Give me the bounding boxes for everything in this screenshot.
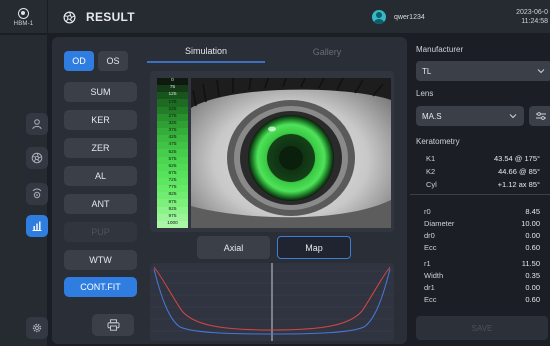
ecc-a-value: 0.60	[525, 243, 540, 252]
ker-button[interactable]: KER	[64, 110, 137, 130]
section-divider	[410, 194, 550, 195]
scale-value: 475	[157, 142, 188, 150]
dr0-value: 0.00	[525, 231, 540, 240]
scale-value: 575	[157, 156, 188, 164]
aperture-icon	[63, 11, 76, 23]
tab-simulation[interactable]: Simulation	[147, 41, 265, 63]
chevron-down-icon	[537, 69, 545, 74]
top-bar: HBM-1 RESULT qwer1234 2023-06-0 11:24:58	[0, 0, 550, 34]
cyl-label: Cyl	[426, 180, 437, 189]
sidebar-item-user[interactable]	[26, 113, 48, 135]
k2-value: 44.66 @ 85°	[498, 167, 540, 176]
scale-value: 675	[157, 170, 188, 178]
lens-settings-panel: Manufacturer TL Lens MA.S Keratometry K1…	[410, 37, 550, 346]
scale-value: 175	[157, 99, 188, 107]
fluorescein-scale: 0 75 125 175 225 275 325 375 425 475 525 575 625 675 7…	[157, 78, 188, 228]
fluorescein-map-panel: 0 75 125 175 225 275 325 375 425 475 525 575 625 675 7…	[150, 71, 394, 232]
scale-value: 625	[157, 163, 188, 171]
date-text: 2023-06-0	[516, 9, 548, 16]
al-button[interactable]: AL	[64, 166, 137, 186]
sidebar-item-topography[interactable]	[26, 147, 48, 169]
scale-value: 325	[157, 120, 188, 128]
axial-button[interactable]: Axial	[197, 236, 270, 259]
r1-value: 11.50	[521, 259, 540, 268]
bar-chart-icon	[32, 221, 42, 231]
app-logo: HBM-1	[0, 0, 48, 34]
scale-value: 825	[157, 192, 188, 200]
view-tabs: Simulation Gallery	[147, 41, 394, 63]
user-info[interactable]: qwer1234	[372, 10, 425, 24]
k1-label: K1	[426, 154, 436, 163]
manufacturer-label: Manufacturer	[416, 45, 464, 54]
printer-icon	[107, 319, 119, 331]
scale-value: 875	[157, 199, 188, 207]
keratometry-label: Keratometry	[416, 137, 460, 146]
aperture-icon	[31, 152, 43, 164]
cyl-value: +1.12 ax 85°	[497, 180, 540, 189]
diameter-value: 10.00	[521, 219, 540, 228]
cont-fit-button[interactable]: CONT.FIT	[64, 277, 137, 297]
fluorescein-profile	[150, 263, 394, 341]
ecc-a-label: Ecc	[424, 243, 437, 252]
scale-value: 125	[157, 92, 188, 100]
r0-value: 8.45	[525, 207, 540, 216]
sum-button[interactable]: SUM	[64, 82, 137, 102]
lens-value: MA.S	[422, 111, 442, 121]
os-button[interactable]: OS	[98, 51, 128, 71]
fluorescein-profile-chart	[150, 263, 394, 341]
sidebar-item-eye-scan[interactable]	[26, 183, 48, 205]
page-header: RESULT	[63, 0, 135, 34]
dr0-label: dr0	[424, 231, 435, 240]
ecc-b-value: 0.60	[525, 295, 540, 304]
gear-icon	[32, 323, 42, 333]
sidebar-item-settings[interactable]	[26, 317, 48, 339]
scale-value: 925	[157, 206, 188, 214]
scale-value: 225	[157, 106, 188, 114]
print-button[interactable]	[92, 314, 134, 336]
time-text: 11:24:58	[521, 18, 548, 25]
width-label: Width	[424, 271, 444, 280]
eye-scan-icon	[32, 188, 42, 199]
ant-button[interactable]: ANT	[64, 194, 137, 214]
dr1-value: 0.00	[525, 283, 540, 292]
scale-value: 1000	[157, 220, 188, 228]
scale-value: 975	[157, 213, 188, 221]
page-title: RESULT	[86, 10, 135, 24]
person-icon	[32, 119, 42, 130]
lens-label: Lens	[416, 89, 434, 98]
manufacturer-value: TL	[422, 66, 432, 76]
scale-value: 525	[157, 149, 188, 157]
user-avatar-icon[interactable]	[372, 10, 386, 24]
scale-value: 275	[157, 113, 188, 121]
wtw-button[interactable]: WTW	[64, 250, 137, 270]
r1-label: r1	[424, 259, 431, 268]
map-button[interactable]: Map	[277, 236, 351, 259]
diameter-label: Diameter	[424, 219, 455, 228]
eye-simulation-image	[191, 78, 391, 228]
width-value: 0.35	[525, 271, 540, 280]
tab-gallery[interactable]: Gallery	[267, 41, 387, 63]
model-name: HBM-1	[13, 20, 34, 27]
eye-toggle: OD OS	[64, 51, 128, 71]
save-button[interactable]: SAVE	[416, 316, 548, 340]
sliders-icon	[536, 112, 546, 120]
sidebar	[0, 35, 48, 346]
sidebar-item-analysis[interactable]	[26, 215, 48, 237]
od-button[interactable]: OD	[64, 51, 94, 71]
chevron-down-icon	[509, 114, 517, 119]
eye-logo-icon	[18, 7, 29, 19]
r0-label: r0	[424, 207, 431, 216]
pup-button[interactable]: PUP	[64, 222, 137, 242]
dr1-label: dr1	[424, 283, 435, 292]
lens-adjust-button[interactable]	[529, 106, 550, 126]
k2-label: K2	[426, 167, 436, 176]
lens-select[interactable]: MA.S	[416, 106, 524, 126]
ecc-b-label: Ecc	[424, 295, 437, 304]
zer-button[interactable]: ZER	[64, 138, 137, 158]
user-name: qwer1234	[394, 13, 425, 21]
manufacturer-select[interactable]: TL	[416, 61, 550, 81]
datetime: 2023-06-0 11:24:58	[508, 8, 548, 26]
k1-value: 43.54 @ 175°	[493, 154, 540, 163]
